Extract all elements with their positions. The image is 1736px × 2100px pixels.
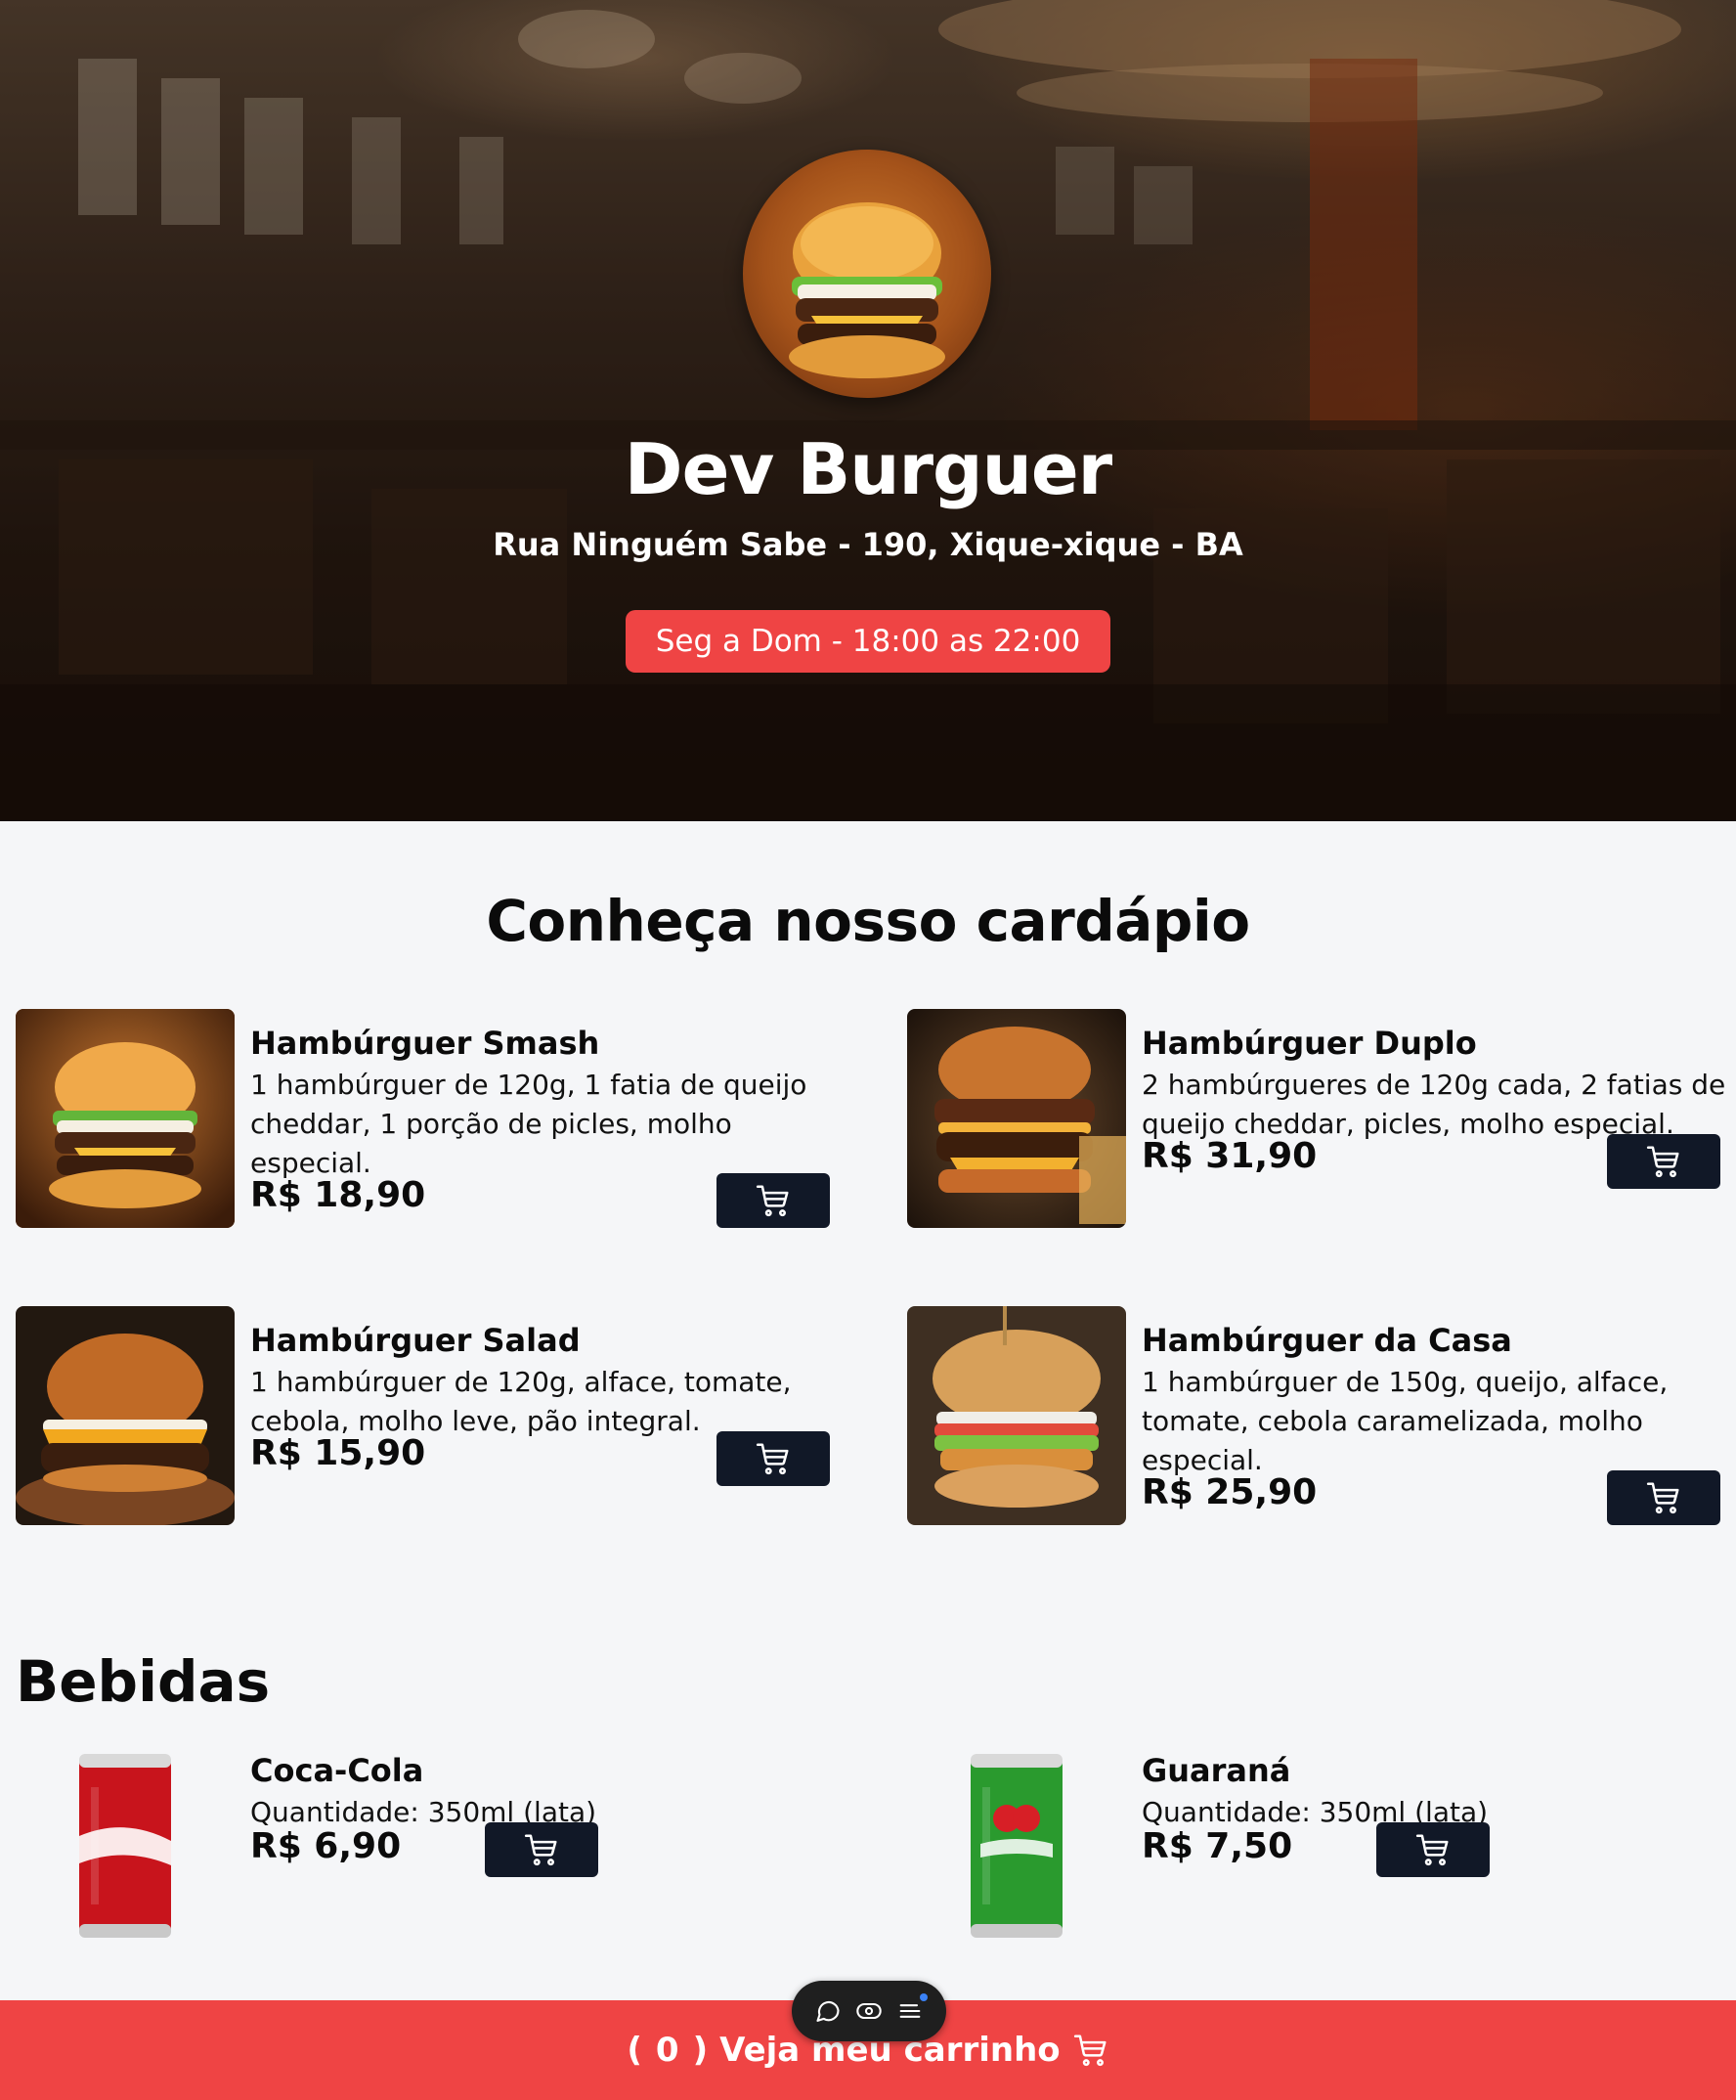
menu-title: Conheça nosso cardápio <box>486 888 1250 954</box>
item-name: Coca-Cola <box>250 1752 424 1789</box>
add-to-cart-button[interactable] <box>1607 1134 1720 1189</box>
cart-count-open-paren: ( <box>627 2031 642 2070</box>
menu-item: Hambúrguer Salad 1 hambúrguer de 120g, a… <box>16 1306 846 1525</box>
burger-image <box>16 1009 235 1228</box>
item-description: 2 hambúrgueres de 120g cada, 2 fatias de… <box>1142 1069 1726 1140</box>
item-name: Hambúrguer da Casa <box>1142 1322 1512 1359</box>
menu-icon[interactable] <box>896 1993 928 2025</box>
item-description: 1 hambúrguer de 120g, 1 fatia de queijo … <box>250 1069 807 1179</box>
item-price: R$ 6,90 <box>250 1826 402 1866</box>
hero-overlay <box>0 0 1736 821</box>
hero-banner: Dev Burguer Rua Ninguém Sabe - 190, Xiqu… <box>0 0 1736 821</box>
item-name: Hambúrguer Salad <box>250 1322 581 1359</box>
item-name: Hambúrguer Duplo <box>1142 1025 1477 1062</box>
coca-cola-can-image <box>16 1736 235 1955</box>
item-price: R$ 31,90 <box>1142 1136 1318 1176</box>
item-name: Hambúrguer Smash <box>250 1025 600 1062</box>
cart-icon <box>756 1185 789 1217</box>
item-name: Guaraná <box>1142 1752 1291 1789</box>
burger-image <box>16 1306 235 1525</box>
item-price: R$ 15,90 <box>250 1433 426 1473</box>
menu-item: Hambúrguer Smash 1 hambúrguer de 120g, 1… <box>16 1009 846 1228</box>
item-price: R$ 25,90 <box>1142 1472 1318 1512</box>
item-price: R$ 18,90 <box>250 1175 426 1215</box>
cart-count-close-paren: ) <box>692 2031 709 2070</box>
notification-dot <box>920 1993 928 2001</box>
item-description: 1 hambúrguer de 150g, queijo, alface, to… <box>1142 1366 1669 1476</box>
cart-icon <box>524 1834 557 1866</box>
menu-item: Hambúrguer Duplo 2 hambúrgueres de 120g … <box>907 1009 1736 1228</box>
floating-toolbar <box>792 1981 946 2041</box>
burger-logo-icon <box>789 202 945 378</box>
add-to-cart-button[interactable] <box>485 1822 598 1877</box>
drink-item: Coca-Cola Quantidade: 350ml (lata) R$ 6,… <box>16 1736 846 1955</box>
cart-count: 0 <box>655 2031 679 2070</box>
burger-logo <box>743 150 991 398</box>
add-to-cart-button[interactable] <box>1376 1822 1490 1877</box>
add-to-cart-button[interactable] <box>716 1431 830 1486</box>
restaurant-name: Dev Burguer <box>624 428 1112 510</box>
opening-hours-badge: Seg a Dom - 18:00 as 22:00 <box>626 610 1110 673</box>
burger-image <box>907 1009 1126 1228</box>
menu-item: Hambúrguer da Casa 1 hambúrguer de 150g,… <box>907 1306 1736 1525</box>
drinks-title: Bebidas <box>16 1648 271 1715</box>
drink-item: Guaraná Quantidade: 350ml (lata) R$ 7,50 <box>907 1736 1736 1955</box>
guarana-can-image <box>907 1736 1126 1955</box>
add-to-cart-button[interactable] <box>716 1173 830 1228</box>
cart-icon <box>1415 1834 1449 1866</box>
cart-icon <box>1073 2034 1107 2067</box>
item-description: 1 hambúrguer de 120g, alface, tomate, ce… <box>250 1366 792 1437</box>
cart-icon <box>1646 1482 1679 1514</box>
burger-image <box>907 1306 1126 1525</box>
cart-icon <box>1646 1146 1679 1178</box>
restaurant-address: Rua Ninguém Sabe - 190, Xique-xique - BA <box>493 526 1243 563</box>
eye-icon[interactable] <box>855 1997 883 2025</box>
add-to-cart-button[interactable] <box>1607 1470 1720 1525</box>
cart-icon <box>756 1443 789 1475</box>
chat-icon[interactable] <box>814 1997 842 2025</box>
item-price: R$ 7,50 <box>1142 1826 1293 1866</box>
